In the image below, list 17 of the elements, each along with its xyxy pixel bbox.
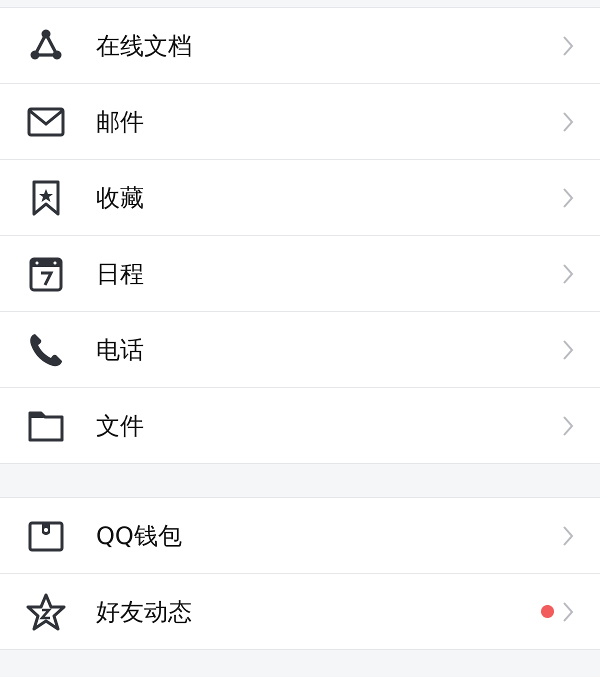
chevron-icon [562,414,574,436]
chevron-icon [562,34,574,56]
menu-label: 邮件 [96,106,145,138]
chevron-icon [562,262,574,284]
chevron-icon [562,338,574,360]
chevron-icon [562,186,574,208]
chevron-icon [562,600,574,622]
menu-label: 在线文档 [96,30,193,62]
menu-label: 好友动态 [96,596,193,628]
menu-label: 收藏 [96,182,145,214]
chevron-icon [562,524,574,546]
menu-label: 文件 [96,410,145,442]
chevron-icon [562,110,574,132]
menu-label: 日程 [96,258,145,290]
menu-label: QQ钱包 [96,520,183,552]
star-icon [26,592,66,632]
menu-label: 电话 [96,334,145,366]
